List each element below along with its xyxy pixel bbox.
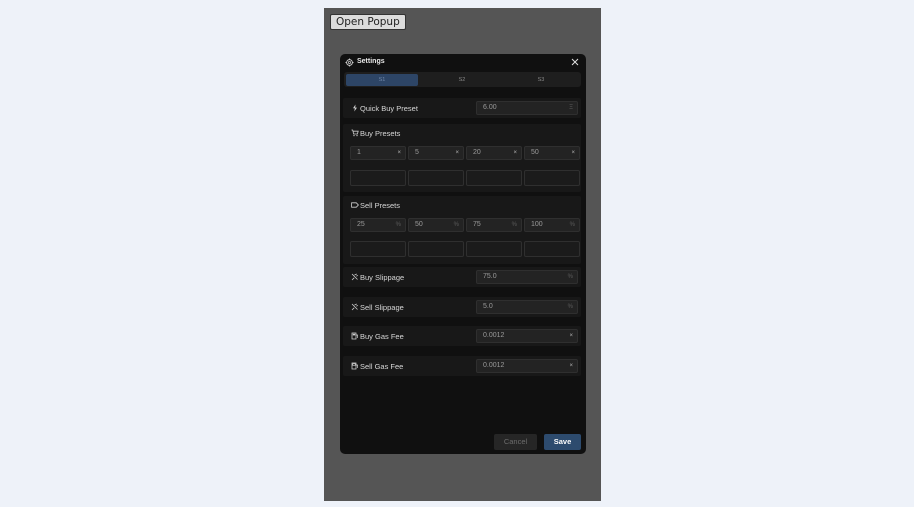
close-icon[interactable]: × [397,147,401,159]
close-icon[interactable]: × [455,147,459,159]
tab-s3[interactable]: S3 [505,74,577,86]
gas-pump-icon [351,332,358,340]
buy-preset-empty-input[interactable] [524,170,580,186]
percent-suffix: % [567,274,573,280]
percent-suffix: % [453,222,459,228]
sell-preset-empty-input[interactable] [466,241,522,257]
close-icon[interactable] [570,57,580,67]
sell-slippage-section: Sell Slippage 5.0 % [343,297,581,317]
save-button[interactable]: Save [544,434,581,450]
quick-buy-section: Quick Buy Preset 6.00 Ξ [343,98,581,118]
buy-gas-section: Buy Gas Fee 0.0012 × [343,326,581,346]
sell-slippage-label: Sell Slippage [360,303,404,312]
percent-suffix: % [511,222,517,228]
close-icon[interactable]: × [513,147,517,159]
sell-presets-label: Sell Presets [360,201,401,210]
percent-suffix: % [567,304,573,310]
close-icon[interactable]: × [569,360,573,372]
modal-title: Settings [357,58,385,65]
open-popup-button[interactable]: Open Popup [330,14,406,30]
eth-suffix: Ξ [569,105,573,111]
sell-preset-input[interactable]: 100% [524,218,580,232]
sell-preset-empty-input[interactable] [350,241,406,257]
percent-suffix: % [395,222,401,228]
sell-preset-input[interactable]: 75% [466,218,522,232]
preset-tabs: S1 S2 S3 [344,72,581,87]
buy-presets-label: Buy Presets [360,129,401,138]
buy-gas-input[interactable]: 0.0012 × [476,329,578,343]
buy-preset-input[interactable]: 5 × [408,146,464,160]
sell-preset-input[interactable]: 25% [350,218,406,232]
cart-icon [351,129,359,137]
sell-gas-section: Sell Gas Fee 0.0012 × [343,356,581,376]
buy-preset-empty-input[interactable] [408,170,464,186]
close-icon[interactable]: × [569,330,573,342]
tab-s1[interactable]: S1 [346,73,418,86]
sell-slippage-input[interactable]: 5.0 % [476,300,578,314]
modal-header: Settings [340,54,586,72]
bolt-icon [353,104,357,112]
sell-preset-empty-input[interactable] [408,241,464,257]
tag-icon [351,202,359,208]
slippage-icon [351,273,359,281]
sell-preset-empty-input[interactable] [524,241,580,257]
slippage-icon [351,303,359,311]
quick-buy-input[interactable]: 6.00 Ξ [476,101,578,115]
buy-preset-input[interactable]: 1 × [350,146,406,160]
close-icon[interactable]: × [571,147,575,159]
sell-preset-input[interactable]: 50% [408,218,464,232]
settings-modal: Settings S1 S2 S3 Quick Buy Preset 6.00 … [340,54,586,454]
sell-gas-input[interactable]: 0.0012 × [476,359,578,373]
cancel-button[interactable]: Cancel [494,434,537,450]
buy-preset-empty-input[interactable] [350,170,406,186]
quick-buy-label: Quick Buy Preset [360,104,418,113]
buy-preset-empty-input[interactable] [466,170,522,186]
buy-slippage-label: Buy Slippage [360,273,405,282]
buy-gas-label: Buy Gas Fee [360,332,404,341]
percent-suffix: % [569,222,575,228]
sell-presets-section: Sell Presets 25% 50% 75% 100% [343,196,581,264]
gear-icon [345,58,354,67]
buy-slippage-section: Buy Slippage 75.0 % [343,267,581,287]
sell-gas-label: Sell Gas Fee [360,362,404,371]
tab-s2[interactable]: S2 [426,74,498,86]
gas-pump-icon [351,362,358,370]
buy-slippage-input[interactable]: 75.0 % [476,270,578,284]
buy-preset-input[interactable]: 20 × [466,146,522,160]
buy-presets-section: Buy Presets 1 × 5 × 20 × 50 × [343,124,581,192]
popup-overlay: Open Popup Settings S1 S2 S3 Quick Buy P… [324,8,601,501]
buy-preset-input[interactable]: 50 × [524,146,580,160]
